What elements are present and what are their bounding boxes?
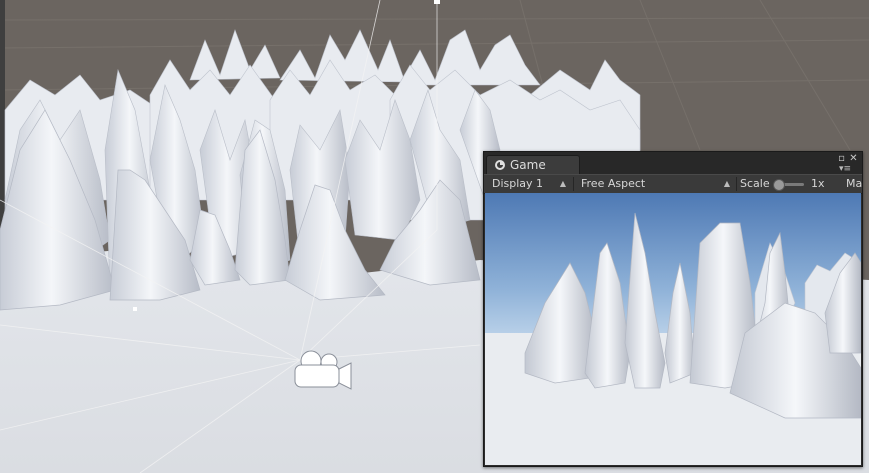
transform-handle[interactable] — [434, 0, 440, 4]
game-toolbar: Display 1 ▲ Free Aspect ▲ Scale 1x Ma — [484, 174, 862, 194]
scale-slider-thumb[interactable] — [773, 179, 785, 191]
aspect-dropdown-label: Free Aspect — [581, 177, 646, 190]
camera-icon[interactable] — [291, 349, 355, 395]
display-dropdown[interactable]: Display 1 ▲ — [484, 175, 572, 193]
scale-label: Scale — [740, 177, 770, 190]
unity-game-icon — [495, 160, 505, 170]
tab-game[interactable]: Game — [486, 155, 580, 175]
game-window[interactable]: Game ▫ ✕ ▾≡ Display 1 ▲ Free Aspect ▲ Sc… — [483, 151, 863, 467]
game-tab-strip: Game ▫ ✕ ▾≡ — [484, 152, 862, 175]
aspect-dropdown-arrow-icon: ▲ — [723, 179, 730, 188]
frustum-corner-handle[interactable] — [133, 307, 137, 311]
display-dropdown-label: Display 1 — [492, 177, 544, 190]
game-view[interactable] — [485, 193, 861, 465]
menu-icon[interactable]: ▾≡ — [839, 165, 859, 174]
tab-game-label: Game — [510, 158, 546, 172]
aspect-dropdown[interactable]: Free Aspect ▲ — [573, 175, 736, 193]
maximize-on-play-toggle[interactable]: Ma — [846, 177, 862, 191]
display-dropdown-arrow-icon: ▲ — [559, 179, 566, 188]
scale-value: 1x — [811, 177, 825, 190]
toolbar-separator — [736, 177, 737, 191]
